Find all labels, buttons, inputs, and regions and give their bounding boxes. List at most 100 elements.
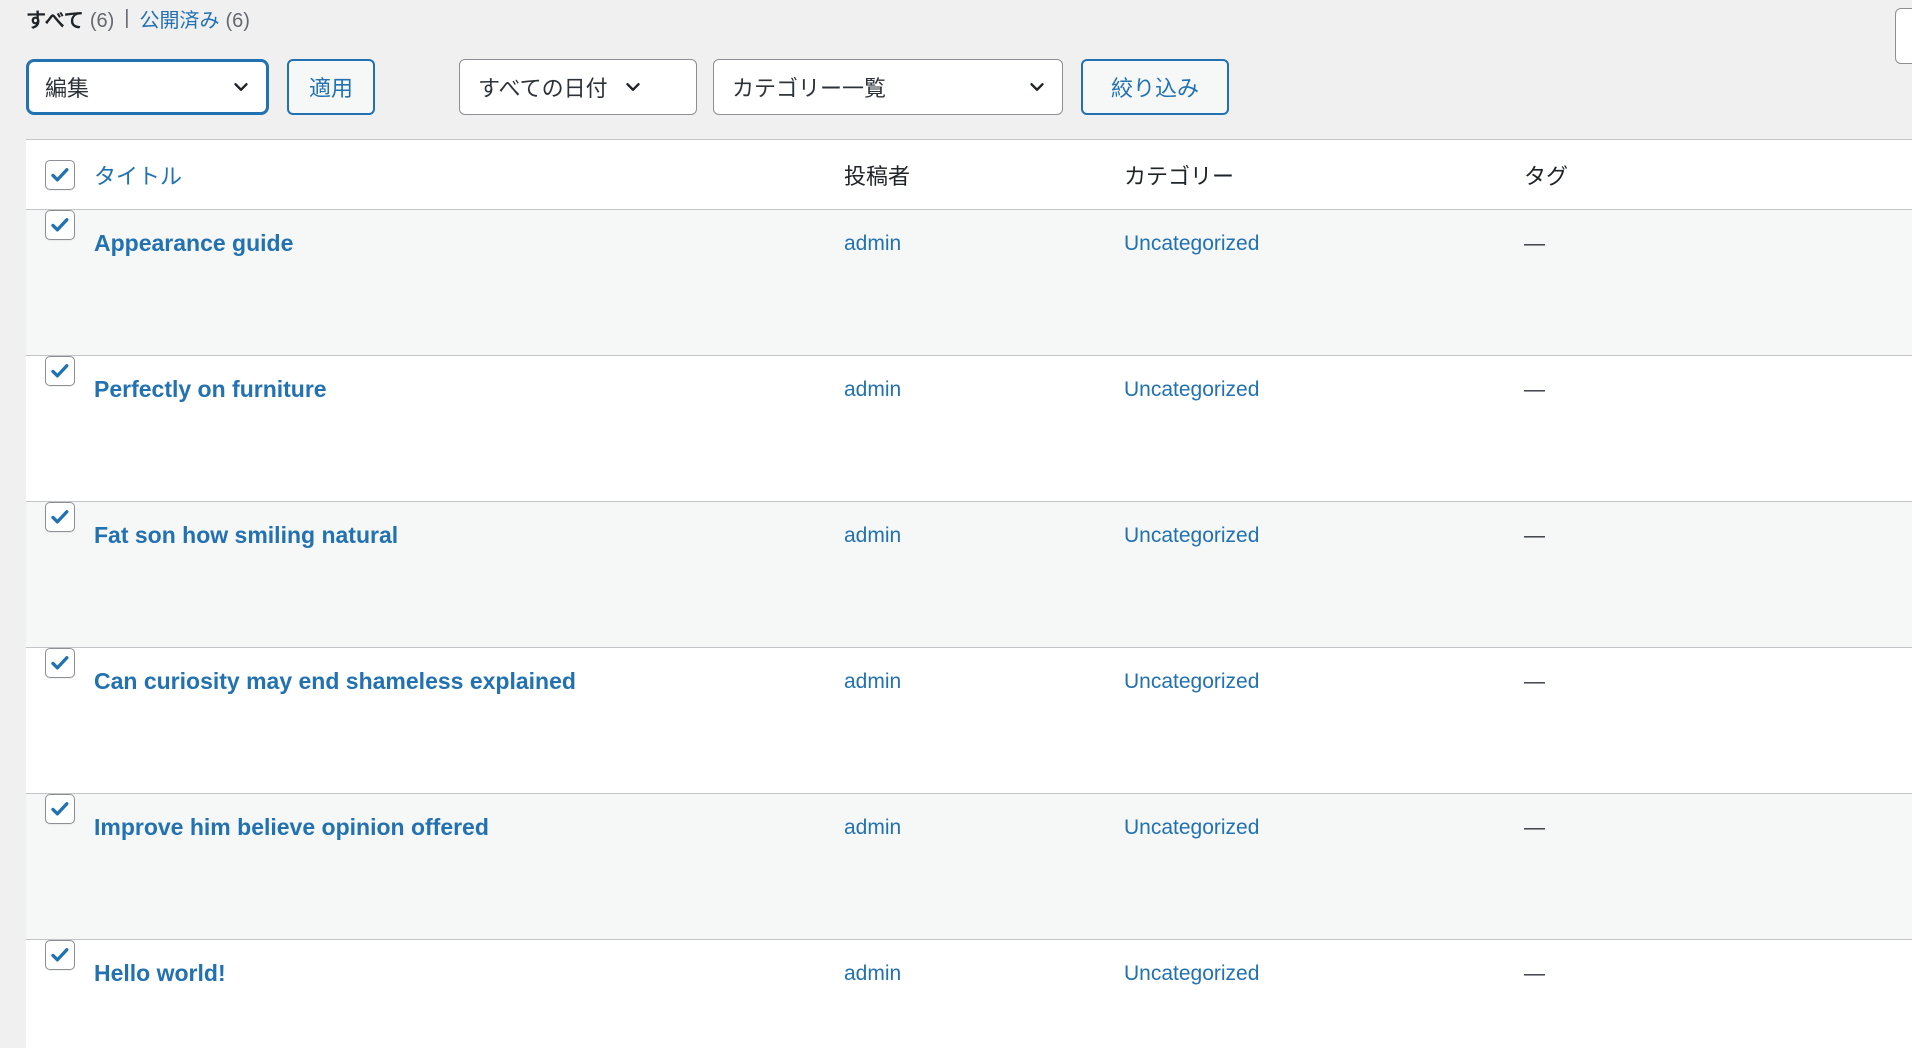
post-author-link[interactable]: admin — [844, 814, 901, 841]
post-category-link[interactable]: Uncategorized — [1124, 668, 1259, 695]
row-title-cell: Appearance guide — [94, 210, 844, 258]
row-select-checkbox[interactable] — [45, 940, 75, 970]
post-author-link[interactable]: admin — [844, 522, 901, 549]
status-link-all-count: (6) — [89, 9, 115, 32]
table-row: Hello world! admin Uncategorized — — [26, 940, 1912, 1048]
row-author-cell: admin — [844, 648, 1124, 695]
status-link-separator: | — [124, 6, 130, 29]
post-category-link[interactable]: Uncategorized — [1124, 522, 1259, 549]
row-tags-cell: — — [1524, 210, 1904, 257]
column-header-categories-label: カテゴリー — [1124, 163, 1235, 189]
filter-submit-button[interactable]: 絞り込み — [1081, 59, 1229, 115]
table-row: Appearance guide admin Uncategorized — — [26, 210, 1912, 356]
row-select-checkbox[interactable] — [45, 648, 75, 678]
row-author-cell: admin — [844, 502, 1124, 549]
table-row: Fat son how smiling natural admin Uncatego… — [26, 502, 1912, 648]
wordpress-posts-list-screen: すべて (6) | 公開済み (6) 編集 適用 すべての日付 カテゴリー一覧 … — [0, 0, 1912, 1048]
row-author-cell: admin — [844, 794, 1124, 841]
date-filter-select[interactable]: すべての日付 — [459, 59, 697, 115]
chevron-down-icon — [1026, 76, 1048, 98]
column-header-tags: タグ — [1524, 159, 1904, 191]
row-select-cell — [26, 210, 94, 240]
row-author-cell: admin — [844, 210, 1124, 257]
row-categories-cell: Uncategorized — [1124, 502, 1524, 549]
post-title-link[interactable]: Appearance guide — [94, 230, 293, 258]
column-header-title[interactable]: タイトル — [94, 159, 844, 191]
post-title-link[interactable]: Hello world! — [94, 960, 226, 988]
post-tags-value: — — [1524, 524, 1545, 547]
post-category-link[interactable]: Uncategorized — [1124, 230, 1259, 257]
post-tags-value: — — [1524, 232, 1545, 255]
row-select-cell — [26, 648, 94, 678]
post-category-link[interactable]: Uncategorized — [1124, 960, 1259, 987]
post-tags-value: — — [1524, 378, 1545, 401]
status-link-published[interactable]: 公開済み (6) — [139, 4, 249, 33]
status-link-all-label: すべて — [26, 9, 84, 32]
row-categories-cell: Uncategorized — [1124, 940, 1524, 987]
posts-table: タイトル 投稿者 カテゴリー タグ Appearance guide admin U… — [26, 139, 1912, 1048]
row-categories-cell: Uncategorized — [1124, 794, 1524, 841]
chevron-down-icon — [622, 76, 644, 98]
row-categories-cell: Uncategorized — [1124, 210, 1524, 257]
row-categories-cell: Uncategorized — [1124, 356, 1524, 403]
row-author-cell: admin — [844, 356, 1124, 403]
row-select-cell — [26, 502, 94, 532]
row-select-cell — [26, 356, 94, 386]
select-all-checkbox[interactable] — [45, 159, 75, 190]
date-filter-selected-value: すべての日付 — [478, 76, 608, 101]
category-filter-select[interactable]: カテゴリー一覧 — [713, 59, 1063, 115]
post-title-link[interactable]: Improve him believe opinion offered — [94, 814, 489, 842]
row-categories-cell: Uncategorized — [1124, 648, 1524, 695]
column-header-categories: カテゴリー — [1124, 159, 1524, 191]
post-author-link[interactable]: admin — [844, 960, 901, 987]
row-select-checkbox[interactable] — [45, 356, 75, 386]
row-tags-cell: — — [1524, 356, 1904, 403]
post-tags-value: — — [1524, 670, 1545, 693]
post-tags-value: — — [1524, 962, 1545, 985]
post-title-link[interactable]: Perfectly on furniture — [94, 376, 327, 404]
column-header-title-label: タイトル — [94, 163, 183, 189]
select-all-cell — [26, 159, 94, 190]
post-author-link[interactable]: admin — [844, 376, 901, 403]
bulk-action-select[interactable]: 編集 — [26, 59, 269, 115]
post-title-link[interactable]: Can curiosity may end shameless explaine… — [94, 668, 576, 696]
row-select-checkbox[interactable] — [45, 502, 75, 532]
bulk-action-selected-value: 編集 — [45, 76, 90, 101]
post-category-link[interactable]: Uncategorized — [1124, 376, 1259, 403]
post-category-link[interactable]: Uncategorized — [1124, 814, 1259, 841]
row-author-cell: admin — [844, 940, 1124, 987]
table-navigation-toolbar: 編集 適用 すべての日付 カテゴリー一覧 絞り込み — [26, 56, 1229, 118]
post-author-link[interactable]: admin — [844, 668, 901, 695]
category-filter-selected-value: カテゴリー一覧 — [732, 76, 887, 101]
search-input[interactable] — [1895, 8, 1912, 64]
row-select-checkbox[interactable] — [45, 794, 75, 824]
column-header-tags-label: タグ — [1524, 163, 1569, 189]
status-link-all[interactable]: すべて (6) — [26, 4, 114, 33]
row-select-cell — [26, 940, 94, 970]
row-title-cell: Improve him believe opinion offered — [94, 794, 844, 842]
apply-button-label: 適用 — [308, 76, 353, 101]
table-header-row: タイトル 投稿者 カテゴリー タグ — [26, 140, 1912, 210]
row-title-cell: Can curiosity may end shameless explaine… — [94, 648, 844, 696]
row-select-checkbox[interactable] — [45, 210, 75, 240]
posts-table-body: Appearance guide admin Uncategorized — Perfe… — [26, 210, 1912, 1048]
post-status-filter-links: すべて (6) | 公開済み (6) — [26, 0, 250, 36]
post-title-link[interactable]: Fat son how smiling natural — [94, 522, 398, 550]
filter-submit-label: 絞り込み — [1110, 76, 1199, 101]
status-link-published-label: 公開済み — [139, 9, 220, 32]
table-row: Improve him believe opinion offered admin… — [26, 794, 1912, 940]
row-tags-cell: — — [1524, 940, 1904, 987]
row-tags-cell: — — [1524, 502, 1904, 549]
chevron-down-icon — [230, 76, 252, 98]
row-title-cell: Fat son how smiling natural — [94, 502, 844, 550]
apply-bulk-action-button[interactable]: 適用 — [287, 59, 375, 115]
status-link-published-count: (6) — [225, 9, 250, 32]
row-title-cell: Hello world! — [94, 940, 844, 988]
table-row: Perfectly on furniture admin Uncategorized… — [26, 356, 1912, 502]
column-header-author: 投稿者 — [844, 159, 1124, 191]
post-author-link[interactable]: admin — [844, 230, 901, 257]
row-title-cell: Perfectly on furniture — [94, 356, 844, 404]
row-tags-cell: — — [1524, 794, 1904, 841]
post-tags-value: — — [1524, 816, 1545, 839]
row-tags-cell: — — [1524, 648, 1904, 695]
